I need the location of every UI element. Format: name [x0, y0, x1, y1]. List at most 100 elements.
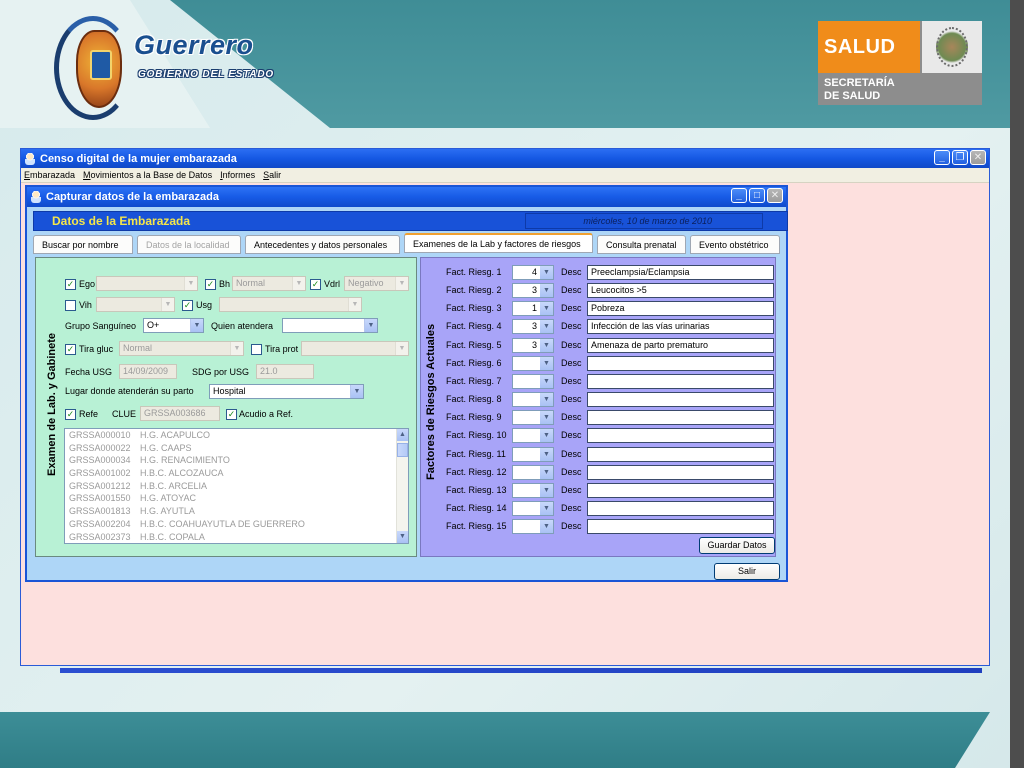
close-button[interactable]: ✕: [970, 150, 986, 165]
scroll-thumb[interactable]: [397, 443, 408, 457]
risk-value: 1: [531, 303, 537, 314]
minimize-button[interactable]: _: [934, 150, 950, 165]
restore-button[interactable]: ❐: [952, 150, 968, 165]
sdg-usg-field[interactable]: 21.0: [256, 364, 314, 379]
dialog-controls: _ □ ✕: [731, 188, 783, 203]
chevron-down-icon: ▼: [540, 483, 553, 497]
hospital-list-item[interactable]: GRSSA000034 H.G. RENACIMIENTO: [65, 454, 408, 467]
fecha-usg-label: Fecha USG: [65, 367, 113, 377]
tab-buscar-por-nombre[interactable]: Buscar por nombre: [33, 235, 133, 254]
chevron-down-icon: ▼: [190, 319, 203, 332]
salud-secretaria: SECRETARÍA DE SALUD: [824, 77, 895, 103]
tira-gluc-select[interactable]: Normal ▼: [119, 341, 244, 356]
risk-value-select[interactable]: ▼: [512, 410, 554, 426]
risk-value-select[interactable]: ▼: [512, 519, 554, 535]
risk-value-select[interactable]: ▼: [512, 500, 554, 516]
risk-desc-field[interactable]: [587, 355, 774, 371]
quien-atendera-select[interactable]: ▼: [282, 318, 378, 333]
vih-select[interactable]: ▼: [96, 297, 175, 312]
hospital-list-item[interactable]: GRSSA002204 H.B.C. COAHUAYUTLA DE GUERRER…: [65, 518, 408, 531]
salud-word: SALUD: [824, 36, 896, 58]
risk-value-select[interactable]: 3 ▼: [512, 337, 554, 353]
dialog-close-button[interactable]: ✕: [767, 188, 783, 203]
hospital-list-item[interactable]: GRSSA002373 H.B.C. COPALA: [65, 531, 408, 544]
risk-desc-field[interactable]: [587, 373, 774, 389]
risk-value-select[interactable]: 1 ▼: [512, 301, 554, 317]
refe-label: Refe: [79, 409, 99, 419]
chevron-down-icon: ▼: [540, 356, 553, 370]
usg-select[interactable]: ▼: [219, 297, 362, 312]
tira-gluc-checkbox[interactable]: ✓: [65, 344, 76, 355]
chevron-down-icon: ▼: [348, 298, 361, 311]
risk-value-select[interactable]: ▼: [512, 373, 554, 389]
tab-examenes-factores[interactable]: Examenes de la Lab y factores de riesgos: [404, 233, 593, 253]
chevron-down-icon: ▼: [540, 411, 553, 425]
risk-value-select[interactable]: ▼: [512, 464, 554, 480]
tab-consulta-prenatal[interactable]: Consulta prenatal: [597, 235, 686, 254]
menubar: Embarazada Movimientos a la Base de Dato…: [21, 168, 989, 183]
hospital-list-item[interactable]: GRSSA001813 H.G. AYUTLA: [65, 505, 408, 518]
ego-select[interactable]: ▼: [96, 276, 198, 291]
scroll-up-icon[interactable]: ▲: [397, 429, 408, 441]
scroll-down-icon[interactable]: ▼: [397, 531, 408, 543]
menu-embarazada[interactable]: Embarazada: [24, 170, 75, 180]
bh-select[interactable]: Normal ▼: [232, 276, 306, 291]
guardar-datos-button[interactable]: Guardar Datos: [699, 537, 775, 554]
risk-value-select[interactable]: 3 ▼: [512, 283, 554, 299]
lugar-parto-select[interactable]: Hospital ▼: [209, 384, 364, 399]
tab-antecedentes[interactable]: Antecedentes y datos personales: [245, 235, 400, 254]
fecha-usg-field[interactable]: 14/09/2009: [119, 364, 177, 379]
vdrl-select[interactable]: Negativo ▼: [344, 276, 409, 291]
dialog-maximize-button[interactable]: □: [749, 188, 765, 203]
risk-desc-field[interactable]: Leucocitos >5: [587, 283, 774, 299]
risk-desc-field[interactable]: [587, 500, 774, 516]
tira-prot-select[interactable]: ▼: [301, 341, 409, 356]
acudio-ref-checkbox[interactable]: ✓: [226, 409, 237, 420]
risk-value-select[interactable]: ▼: [512, 392, 554, 408]
hospital-list-item[interactable]: GRSSA001212 H.B.C. ARCELIA: [65, 480, 408, 493]
risk-value-select[interactable]: ▼: [512, 428, 554, 444]
tab-datos-localidad[interactable]: Datos de la localidad: [137, 235, 241, 254]
tira-prot-checkbox[interactable]: [251, 344, 262, 355]
hospital-list-item[interactable]: GRSSA000022 H.G. CAAPS: [65, 442, 408, 455]
risk-desc-field[interactable]: [587, 410, 774, 426]
risk-desc-field[interactable]: [587, 464, 774, 480]
listbox-scrollbar[interactable]: ▲ ▼: [396, 429, 408, 543]
clue-field[interactable]: GRSSA003686: [140, 406, 220, 421]
risk-value-select[interactable]: 3 ▼: [512, 319, 554, 335]
chevron-down-icon: ▼: [540, 393, 553, 407]
risk-desc-field[interactable]: Preeclampsia/Eclampsia: [587, 265, 774, 280]
risk-desc-field[interactable]: [587, 392, 774, 408]
menu-salir[interactable]: Salir: [263, 170, 281, 180]
ego-checkbox[interactable]: ✓: [65, 279, 76, 290]
vih-checkbox[interactable]: [65, 300, 76, 311]
usg-checkbox[interactable]: ✓: [182, 300, 193, 311]
bh-checkbox[interactable]: ✓: [205, 279, 216, 290]
hospital-listbox[interactable]: GRSSA000010 H.G. ACAPULCO GRSSA000022 H.G. …: [64, 428, 409, 544]
risk-desc-field[interactable]: [587, 428, 774, 444]
tab-evento-obstetrico[interactable]: Evento obstétrico: [690, 235, 780, 254]
hospital-list-item[interactable]: GRSSA001002 H.B.C. ALCOZAUCA: [65, 467, 408, 480]
menu-movimientos[interactable]: Movimientos a la Base de Datos: [83, 170, 212, 180]
risk-value-select[interactable]: ▼: [512, 446, 554, 462]
risk-desc-field[interactable]: [587, 446, 774, 462]
refe-checkbox[interactable]: ✓: [65, 409, 76, 420]
hospital-list-item[interactable]: GRSSA000010 H.G. ACAPULCO: [65, 429, 408, 442]
risk-value-select[interactable]: ▼: [512, 482, 554, 498]
risk-desc-field[interactable]: [587, 482, 774, 498]
risk-value-select[interactable]: ▼: [512, 355, 554, 371]
menu-informes[interactable]: Informes: [220, 170, 255, 180]
vdrl-checkbox[interactable]: ✓: [310, 279, 321, 290]
risk-desc-field[interactable]: Amenaza de parto prematuro: [587, 337, 774, 353]
risk-desc-field[interactable]: [587, 519, 774, 535]
grupo-sanguineo-select[interactable]: O+ ▼: [143, 318, 204, 333]
dialog-minimize-button[interactable]: _: [731, 188, 747, 203]
risk-value-select[interactable]: 4 ▼: [512, 265, 554, 280]
chevron-down-icon: ▼: [540, 520, 553, 534]
chevron-down-icon: ▼: [540, 447, 553, 461]
risk-desc-label: Desc: [561, 267, 582, 277]
salir-button[interactable]: Salir: [714, 563, 780, 580]
risk-desc-field[interactable]: Infección de las vías urinarias: [587, 319, 774, 335]
hospital-list-item[interactable]: GRSSA001550 H.G. ATOYAC: [65, 492, 408, 505]
risk-desc-field[interactable]: Pobreza: [587, 301, 774, 317]
